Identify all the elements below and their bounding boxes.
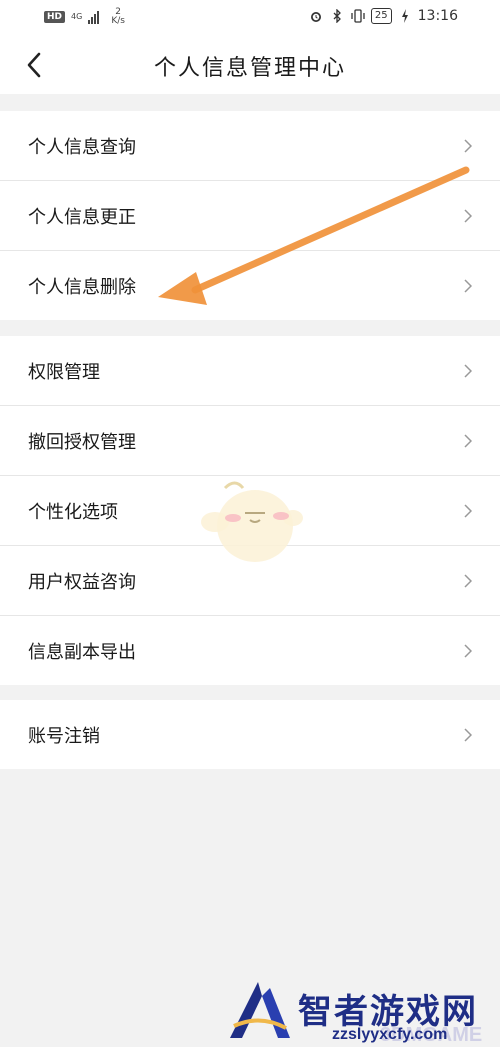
signal-strength-icon xyxy=(88,10,100,24)
status-bar-right: 25 13:16 xyxy=(308,8,458,24)
menu-item-permission-management[interactable]: 权限管理 xyxy=(0,336,500,406)
alarm-icon xyxy=(308,8,324,24)
menu-item-account-cancellation[interactable]: 账号注销 xyxy=(0,700,500,769)
page-title: 个人信息管理中心 xyxy=(153,56,346,81)
menu-group-account: 账号注销 xyxy=(0,700,500,769)
menu-item-label: 信息副本导出 xyxy=(28,642,136,663)
menu-item-user-rights-inquiry[interactable]: 用户权益咨询 xyxy=(0,546,500,616)
chevron-right-icon xyxy=(464,364,472,378)
menu-item-label: 个性化选项 xyxy=(28,502,118,523)
menu-item-label: 权限管理 xyxy=(28,362,100,383)
page-header: 个人信息管理中心 xyxy=(0,36,500,94)
chevron-right-icon xyxy=(464,728,472,742)
chevron-right-icon xyxy=(464,644,472,658)
network-speed-unit: K/s xyxy=(111,16,125,26)
charging-icon xyxy=(397,8,413,24)
menu-item-label: 账号注销 xyxy=(28,726,100,747)
chevron-right-icon xyxy=(464,209,472,223)
network-type: 4G xyxy=(71,12,83,21)
chevron-right-icon xyxy=(464,574,472,588)
hd-badge: HD xyxy=(44,11,66,23)
network-speed: 2 K/s xyxy=(111,8,125,26)
vibrate-icon xyxy=(350,8,366,24)
menu-group-personal-info: 个人信息查询 个人信息更正 个人信息删除 xyxy=(0,111,500,320)
status-bar-left: HD 4G 2 K/s xyxy=(44,8,125,26)
menu-item-label: 用户权益咨询 xyxy=(28,572,136,593)
site-watermark: 智者游戏网 3DMGAME zzslyyxcfy.com xyxy=(220,978,500,1047)
chevron-right-icon xyxy=(464,434,472,448)
menu-item-info-correction[interactable]: 个人信息更正 xyxy=(0,181,500,251)
menu-item-revoke-authorization[interactable]: 撤回授权管理 xyxy=(0,406,500,476)
menu-item-info-deletion[interactable]: 个人信息删除 xyxy=(0,251,500,320)
chevron-right-icon xyxy=(464,279,472,293)
status-bar: HD 4G 2 K/s 25 13:16 xyxy=(0,0,500,36)
menu-group-permissions: 权限管理 撤回授权管理 个性化选项 用户权益咨询 信息副本导出 xyxy=(0,336,500,685)
brand-logo-icon xyxy=(230,982,290,1038)
menu-item-label: 撤回授权管理 xyxy=(28,432,136,453)
watermark-overlay-text: 3DMGAME xyxy=(380,1024,483,1046)
menu-item-personalization[interactable]: 个性化选项 xyxy=(0,476,500,546)
menu-item-info-copy-export[interactable]: 信息副本导出 xyxy=(0,616,500,685)
menu-item-info-query[interactable]: 个人信息查询 xyxy=(0,111,500,181)
bluetooth-icon xyxy=(329,8,345,24)
menu-item-label: 个人信息查询 xyxy=(28,137,136,158)
menu-item-label: 个人信息删除 xyxy=(28,277,136,298)
clock-time: 13:16 xyxy=(417,8,458,24)
watermark-title: 智者游戏网 xyxy=(298,992,478,1032)
menu-item-label: 个人信息更正 xyxy=(28,207,136,228)
chevron-right-icon xyxy=(464,504,472,518)
battery-level: 25 xyxy=(370,8,392,24)
watermark-url: zzslyyxcfy.com xyxy=(332,1026,448,1043)
chevron-right-icon xyxy=(464,139,472,153)
